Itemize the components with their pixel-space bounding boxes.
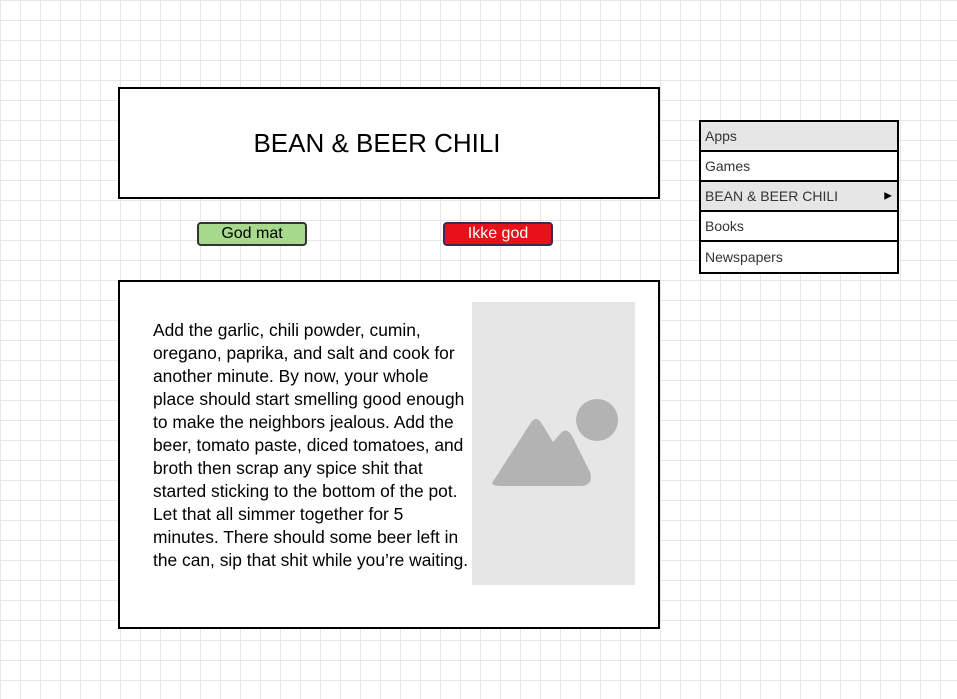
not-good-button[interactable]: Ikke god [443, 222, 553, 246]
image-icon [492, 399, 618, 486]
menu-item-label: Books [705, 218, 744, 234]
menu-item-label: Games [705, 158, 751, 174]
good-food-button[interactable]: God mat [197, 222, 307, 246]
title-box: BEAN & BEER CHILI [118, 87, 660, 199]
recipe-text: Add the garlic, chili powder, cumin, ore… [153, 320, 469, 570]
menu-item-games[interactable]: Games [701, 152, 897, 182]
content-panel: Add the garlic, chili powder, cumin, ore… [118, 280, 660, 629]
menu-item-label: BEAN & BEER CHILI [705, 188, 839, 204]
page-title: BEAN & BEER CHILI [253, 127, 501, 158]
triangle-right-icon: ▶ [884, 190, 892, 202]
image-placeholder [472, 302, 635, 585]
menu-item-apps[interactable]: Apps [701, 122, 897, 152]
menu-item-label: Apps [705, 128, 737, 144]
menu-item-books[interactable]: Books [701, 212, 897, 242]
menu-item-label: Newspapers [705, 249, 783, 265]
menu-item-bean-beer-chili[interactable]: BEAN & BEER CHILI ▶ [701, 182, 897, 212]
menu-item-newspapers[interactable]: Newspapers [701, 242, 897, 272]
side-menu: Apps Games BEAN & BEER CHILI ▶ Books New… [699, 120, 899, 274]
